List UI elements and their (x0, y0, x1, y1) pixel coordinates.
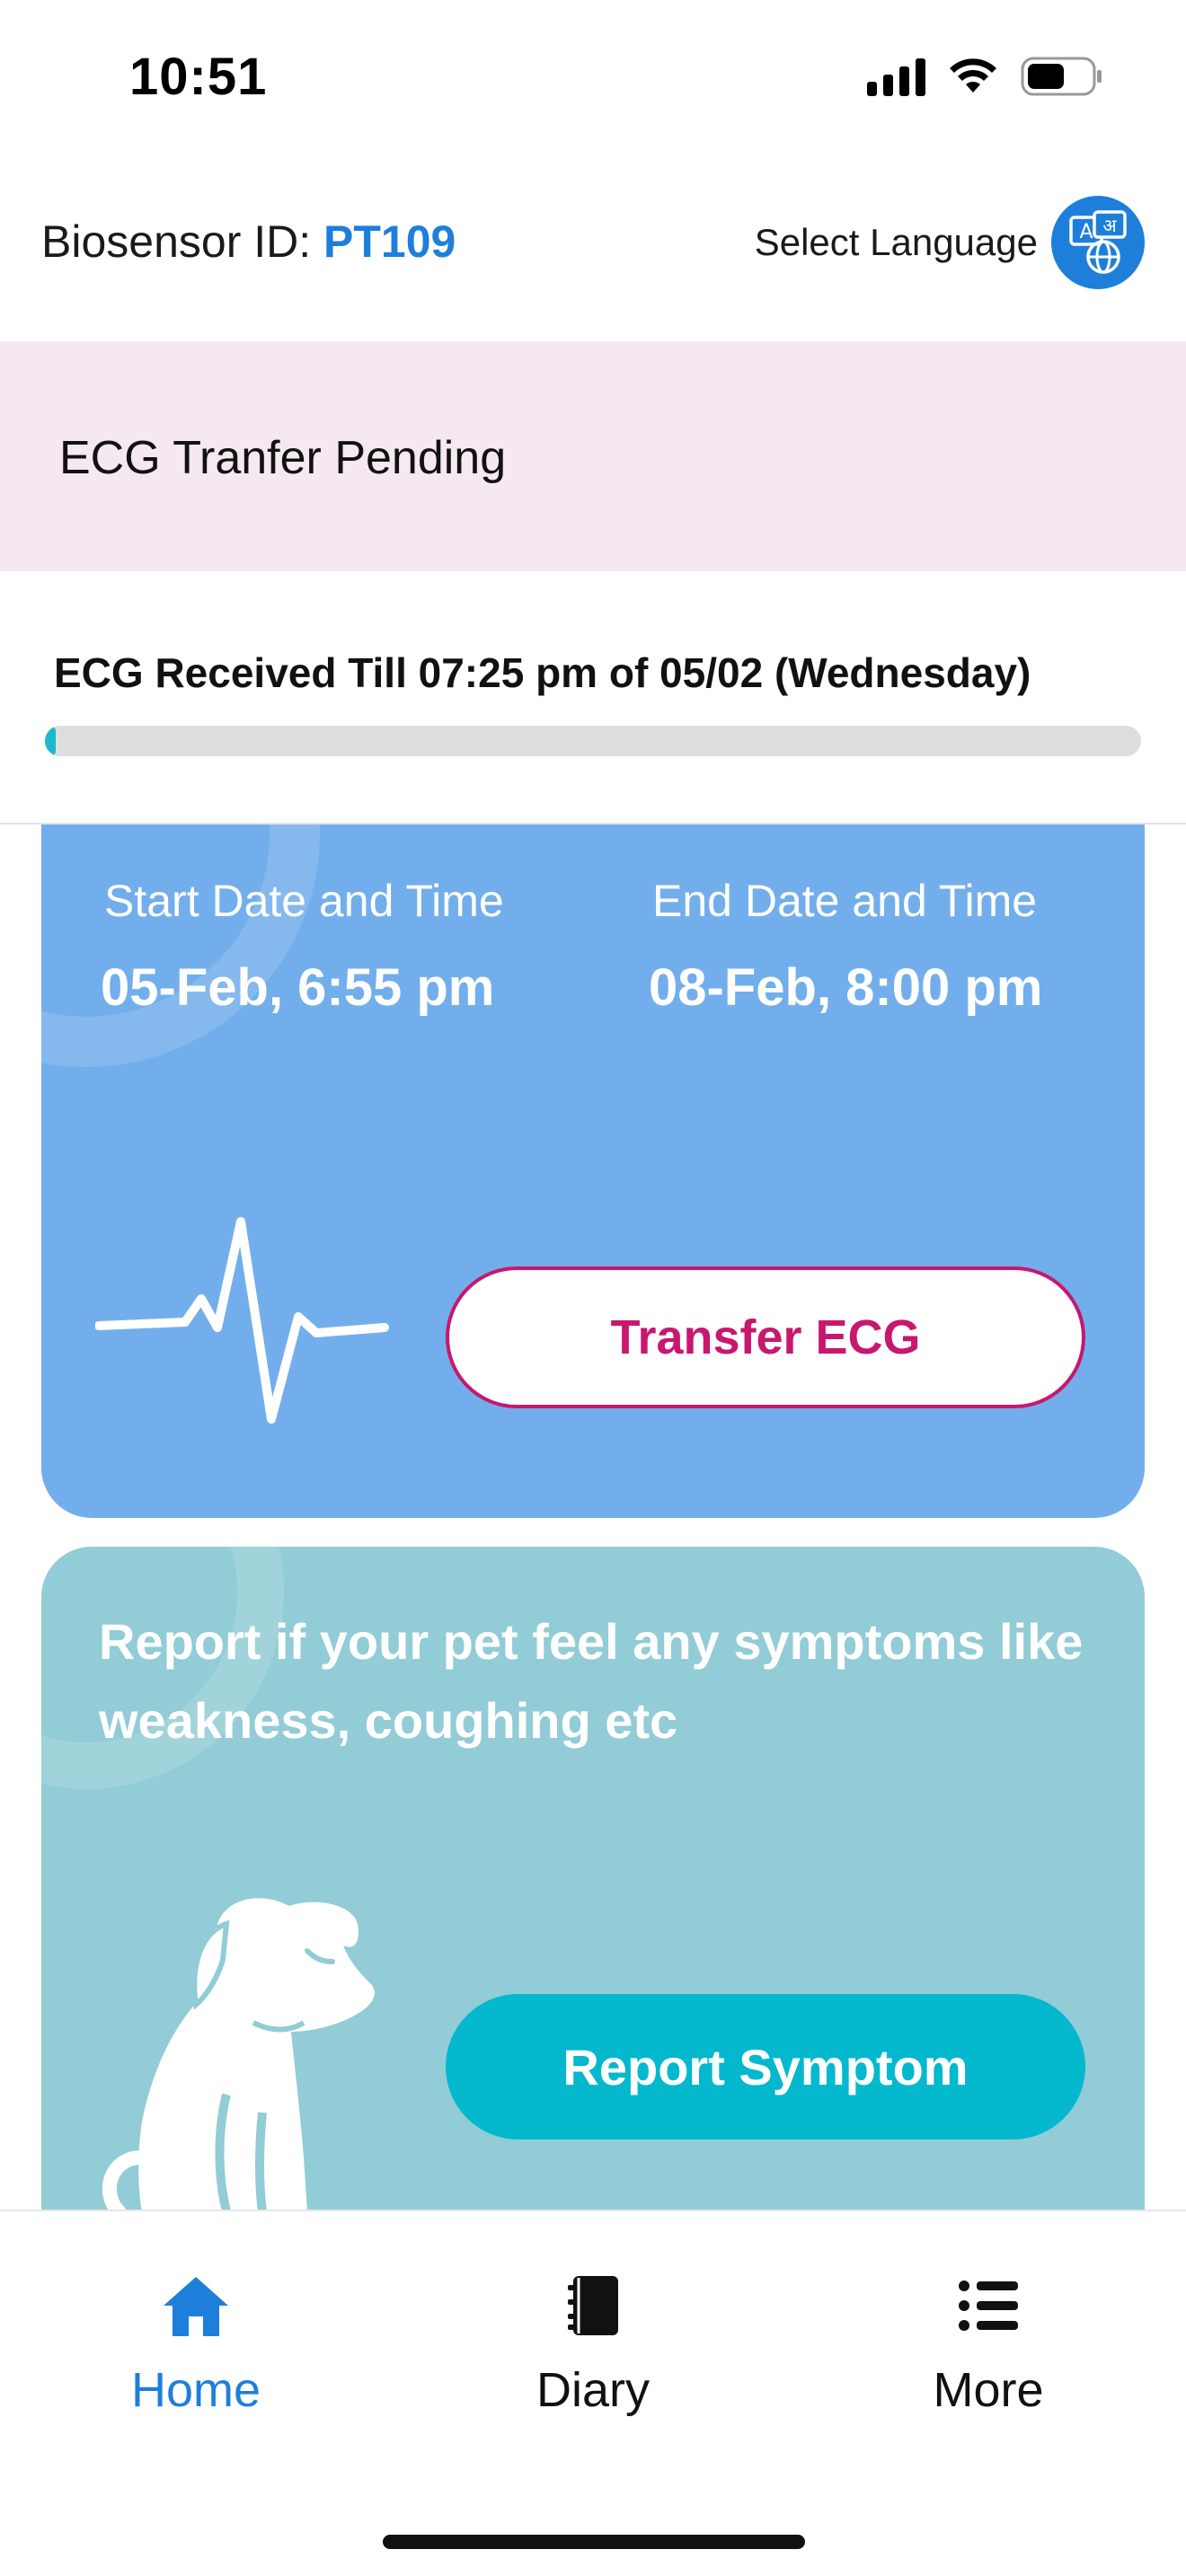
nav-item-home[interactable]: Home (61, 2265, 331, 2418)
end-date-value: 08-Feb, 8:00 pm (649, 958, 1043, 1017)
dog-illustration (102, 1898, 375, 2211)
heartbeat-icon (95, 1217, 389, 1424)
start-date-label: Start Date and Time (104, 876, 504, 926)
transfer-pending-banner: ECG Tranfer Pending (0, 341, 1186, 571)
cellular-signal-icon (867, 57, 925, 96)
header: Biosensor ID: PT109 Select Language A अ (0, 189, 1186, 296)
end-date-label: End Date and Time (652, 876, 1038, 926)
svg-text:A: A (1079, 221, 1093, 243)
svg-text:अ: अ (1102, 215, 1117, 236)
pending-title: ECG Tranfer Pending (59, 432, 507, 484)
start-date-value: 05-Feb, 6:55 pm (101, 958, 495, 1017)
decorative-ring (41, 825, 320, 1067)
ecg-progress-fill (45, 726, 57, 756)
list-icon (957, 2265, 1020, 2346)
translate-icon: A अ (1069, 210, 1127, 274)
nav-label-more: More (933, 2363, 1044, 2417)
ecg-progress-bar (45, 726, 1141, 756)
ecg-card: Start Date and Time 05-Feb, 6:55 pm End … (41, 825, 1145, 1518)
biosensor-id: Biosensor ID: PT109 (41, 216, 456, 268)
nav-label-diary: Diary (535, 2363, 650, 2417)
status-bar: 10:51 (0, 0, 1186, 153)
status-time: 10:51 (129, 48, 268, 106)
home-indicator (383, 2535, 805, 2549)
nav-item-diary[interactable]: Diary (458, 2265, 728, 2418)
home-icon (160, 2265, 232, 2346)
transfer-ecg-button[interactable]: Transfer ECG (446, 1266, 1085, 1408)
symptom-prompt: Report if your pet feel any symptoms lik… (99, 1613, 1084, 1749)
ecg-received-text: ECG Received Till 07:25 pm of 05/02 (Wed… (54, 649, 1031, 696)
wifi-icon (947, 57, 999, 96)
biosensor-label: Biosensor ID: (41, 216, 324, 267)
battery-icon (1021, 56, 1103, 97)
report-symptom-button[interactable]: Report Symptom (446, 1994, 1085, 2139)
select-language-label[interactable]: Select Language (755, 221, 1038, 264)
nav-label-home: Home (130, 2363, 261, 2417)
status-icons (867, 56, 1103, 97)
symptom-card: Report if your pet feel any symptoms lik… (41, 1547, 1145, 2211)
ecg-received-section: ECG Received Till 07:25 pm of 05/02 (Wed… (0, 571, 1186, 825)
bottom-nav: Home Diary More (0, 2210, 1186, 2576)
diary-icon (564, 2265, 622, 2346)
language-button[interactable]: A अ (1051, 196, 1145, 289)
biosensor-id-value: PT109 (323, 216, 456, 267)
nav-item-more[interactable]: More (854, 2265, 1123, 2418)
